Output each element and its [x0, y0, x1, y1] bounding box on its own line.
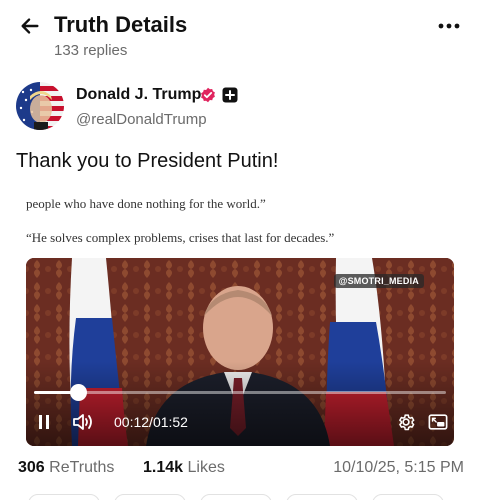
- post-text: Thank you to President Putin!: [16, 150, 279, 172]
- post-timestamp: 10/10/25, 5:15 PM: [333, 459, 464, 476]
- top-bar: Truth Details 133 replies: [0, 0, 480, 72]
- post-stats: 306 ReTruths 1.14k Likes 10/10/25, 5:15 …: [16, 459, 464, 481]
- video-watermark: @SMOTRI_MEDIA: [333, 274, 424, 288]
- picture-in-picture-icon: [428, 414, 448, 430]
- volume-button[interactable]: [70, 408, 96, 436]
- video-player[interactable]: @SMOTRI_MEDIA 00:12/01:52: [26, 258, 454, 446]
- pause-button[interactable]: [32, 408, 56, 436]
- retruths-stat[interactable]: 306 ReTruths: [18, 459, 114, 477]
- author-name[interactable]: Donald J. Trump: [76, 86, 201, 104]
- pause-icon: [39, 415, 49, 429]
- settings-button[interactable]: [394, 408, 418, 436]
- verified-badge-icon: [201, 87, 215, 103]
- reply-action[interactable]: [28, 494, 100, 500]
- quote-line-1: people who have done nothing for the wor…: [26, 196, 266, 211]
- video-scrubber-handle[interactable]: [70, 384, 88, 401]
- picture-in-picture-button[interactable]: [426, 408, 450, 436]
- page-title: Truth Details: [54, 12, 188, 37]
- share-action[interactable]: [372, 494, 444, 500]
- more-options-button[interactable]: [432, 12, 466, 40]
- likes-label: Likes: [187, 459, 225, 476]
- like-action[interactable]: [200, 494, 272, 500]
- gear-icon: [399, 414, 415, 431]
- more-horizontal-icon: [438, 23, 460, 29]
- post-author: Donald J. Trump @realDonaldTrump: [16, 82, 464, 132]
- current-time: 00:12: [114, 414, 150, 430]
- video-controls: 00:12/01:52: [26, 408, 454, 436]
- retruths-label: ReTruths: [49, 459, 115, 476]
- reply-count: 133 replies: [54, 42, 128, 59]
- arrow-left-icon: [21, 18, 39, 34]
- video-time: 00:12/01:52: [114, 414, 188, 430]
- back-button[interactable]: [14, 10, 46, 42]
- likes-stat[interactable]: 1.14k Likes: [143, 459, 225, 477]
- likes-count: 1.14k: [143, 459, 184, 476]
- bookmark-action[interactable]: [286, 494, 358, 500]
- video-progress-bar[interactable]: [34, 384, 446, 401]
- post-media: people who have done nothing for the wor…: [18, 182, 462, 446]
- avatar[interactable]: [16, 82, 64, 130]
- author-handle[interactable]: @realDonaldTrump: [76, 111, 207, 128]
- duration: 01:52: [152, 414, 188, 430]
- plus-badge-icon: [222, 87, 238, 103]
- quote-line-2: “He solves complex problems, crises that…: [26, 230, 335, 245]
- action-row: [16, 494, 464, 500]
- volume-icon: [73, 414, 92, 430]
- retruth-action[interactable]: [114, 494, 186, 500]
- retruths-count: 306: [18, 459, 45, 476]
